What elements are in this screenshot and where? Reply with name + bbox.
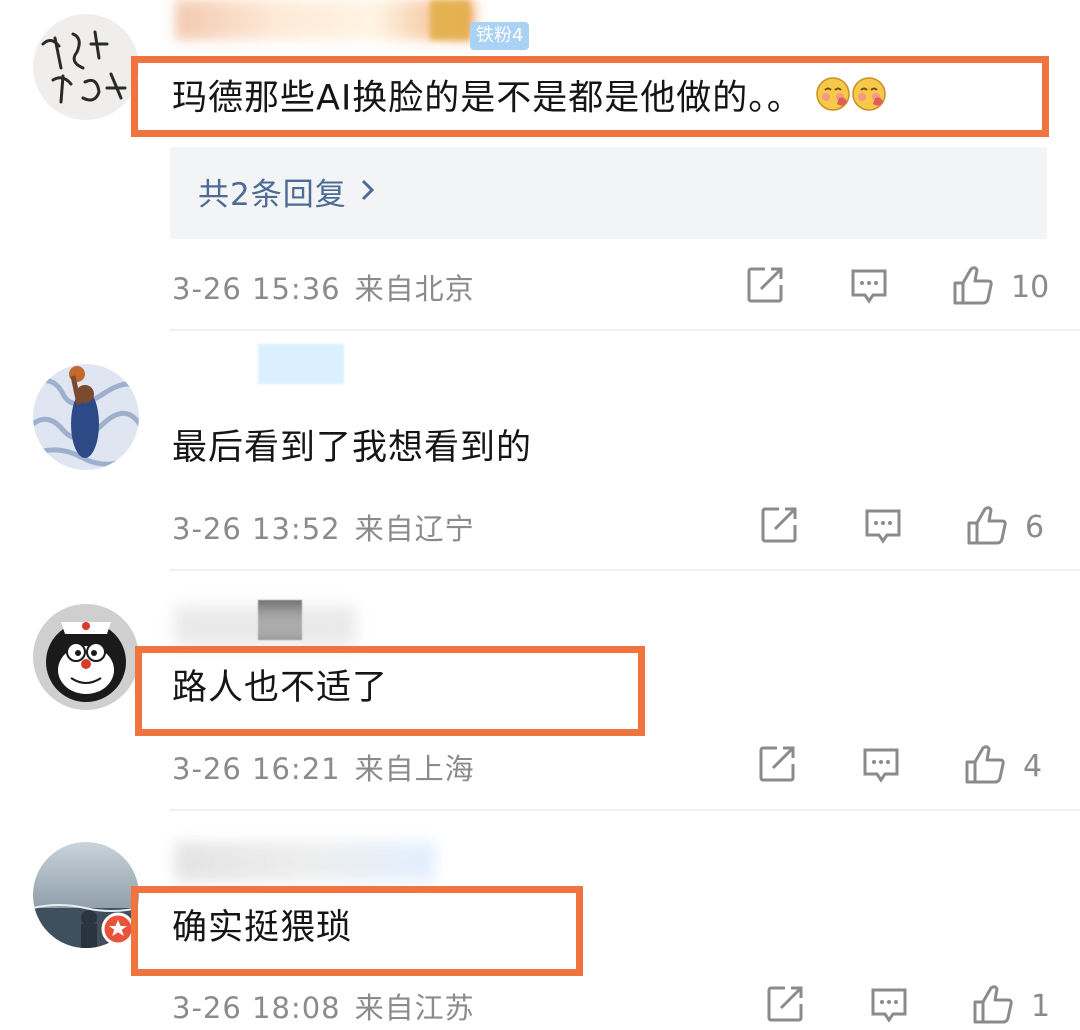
username-blurred-part — [430, 0, 470, 40]
like-button[interactable]: 6 — [965, 503, 1044, 551]
like-count: 1 — [1031, 988, 1051, 1024]
chevron-right-icon — [361, 174, 375, 210]
like-count: 6 — [1025, 509, 1045, 545]
emoji-icon — [851, 76, 887, 123]
username-blurred[interactable] — [175, 842, 435, 882]
avatar[interactable] — [33, 14, 139, 120]
share-icon[interactable] — [759, 505, 799, 549]
timestamp: 3-26 18:08 — [172, 991, 341, 1025]
location: 来自上海 — [354, 752, 475, 786]
comment-text: 确实挺猥琐 — [172, 908, 353, 948]
emoji-icon — [815, 76, 851, 123]
share-icon[interactable] — [745, 265, 785, 309]
comment-text: 玛德那些AI换脸的是不是都是他做的。。 — [172, 76, 887, 123]
comment-text: 最后看到了我想看到的 — [172, 428, 533, 468]
location: 来自辽宁 — [354, 512, 475, 546]
timestamp: 3-26 16:21 — [172, 752, 341, 786]
avatar[interactable] — [33, 364, 139, 470]
like-icon — [951, 263, 995, 311]
comment-icon[interactable] — [869, 984, 909, 1028]
timestamp: 3-26 13:52 — [172, 512, 341, 546]
like-count: 10 — [1011, 269, 1050, 305]
comment-icon[interactable] — [849, 265, 889, 309]
replies-panel[interactable]: 共2条回复 — [170, 147, 1047, 239]
replies-label: 共2条回复 — [198, 177, 347, 213]
fan-badge: 铁粉4 — [470, 22, 530, 50]
share-icon[interactable] — [765, 984, 805, 1028]
comment-meta: 3-26 13:52 来自辽宁 — [172, 506, 475, 548]
like-icon — [963, 742, 1007, 790]
like-icon — [971, 982, 1015, 1030]
comment-meta: 3-26 15:36 来自北京 — [172, 266, 475, 308]
share-icon[interactable] — [757, 744, 797, 788]
comment-text: 路人也不适了 — [172, 668, 389, 708]
like-button[interactable]: 10 — [951, 263, 1049, 311]
comment-icon[interactable] — [861, 744, 901, 788]
comment-meta: 3-26 16:21 来自上海 — [172, 746, 475, 788]
username-blurred[interactable] — [258, 344, 344, 384]
comment-item: 最后看到了我想看到的 3-26 13:52 来自辽宁 6 — [0, 330, 1080, 570]
timestamp: 3-26 15:36 — [172, 272, 341, 306]
comment-meta: 3-26 18:08 来自江苏 — [172, 985, 475, 1027]
comment-icon[interactable] — [863, 505, 903, 549]
like-button[interactable]: 1 — [971, 982, 1050, 1030]
like-icon — [965, 503, 1009, 551]
comment-item: 确实挺猥琐 3-26 18:08 来自江苏 1 — [0, 810, 1080, 1026]
view-replies-link[interactable]: 共2条回复 — [198, 169, 375, 214]
username-blurred-part — [175, 606, 355, 646]
location: 来自江苏 — [354, 991, 475, 1025]
like-button[interactable]: 4 — [963, 742, 1042, 790]
comment-item: 路人也不适了 3-26 16:21 来自上海 4 — [0, 570, 1080, 810]
avatar[interactable] — [33, 604, 139, 710]
location: 来自北京 — [354, 272, 475, 306]
verified-badge-icon — [101, 912, 135, 946]
comment-item: 铁粉4 玛德那些AI换脸的是不是都是他做的。。 共2条回复 3-26 15:36… — [0, 0, 1080, 330]
like-count: 4 — [1023, 748, 1043, 784]
